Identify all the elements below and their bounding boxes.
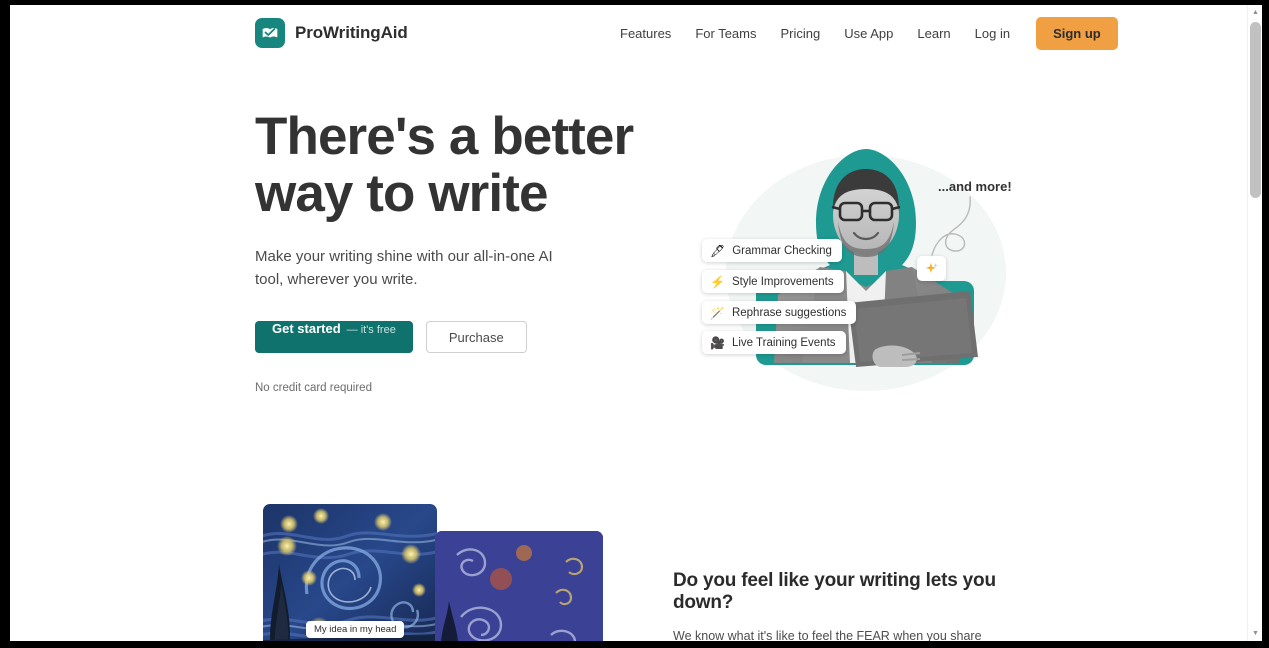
simplified-painting	[435, 531, 603, 641]
page-scrollbar[interactable]: ▲ ▼	[1247, 5, 1262, 641]
lightning-bolt-icon: ⚡	[710, 274, 725, 289]
get-started-label: Get started	[272, 321, 341, 336]
film-camera-icon: 🎥	[710, 335, 725, 350]
feature-chip-grammar-checking: 🖋 Grammar Checking	[702, 239, 842, 262]
browser-window: ProWritingAid Features For Teams Pricing…	[0, 0, 1269, 648]
brand-logo-link[interactable]: ProWritingAid	[255, 18, 408, 48]
quill-pen-icon: 🖋	[710, 243, 726, 258]
and-more-label: ...and more!	[938, 179, 1012, 194]
nav-link-learn[interactable]: Learn	[905, 18, 962, 49]
nav-link-for-teams[interactable]: For Teams	[683, 18, 768, 49]
scrollbar-up-arrow-icon[interactable]: ▲	[1248, 5, 1262, 20]
art-comparison-illustration: My idea in my head	[263, 504, 603, 641]
browser-viewport: ProWritingAid Features For Teams Pricing…	[10, 5, 1262, 641]
site-header: ProWritingAid Features For Teams Pricing…	[10, 5, 1247, 61]
no-credit-card-note: No credit card required	[255, 382, 372, 394]
feature-chip-label: Live Training Events	[731, 336, 836, 349]
main-navigation: Features For Teams Pricing Use App Learn…	[608, 17, 1118, 50]
get-started-sublabel: — it's free	[346, 324, 396, 336]
scrollbar-down-arrow-icon[interactable]: ▼	[1248, 626, 1262, 641]
nav-link-features[interactable]: Features	[608, 18, 683, 49]
get-started-button[interactable]: Get started — it's free	[255, 321, 413, 353]
feature-chip-label: Rephrase suggestions	[731, 306, 847, 319]
hero-illustration: ...and more! 🖋 Grammar Checking ⚡ Style …	[670, 105, 1030, 405]
sparkles-icon	[917, 256, 946, 281]
hero-title-line-1: There's a better	[255, 107, 634, 166]
brand-name: ProWritingAid	[295, 23, 408, 42]
section-body: We know what it's like to feel the FEAR …	[673, 629, 982, 641]
page-content: ProWritingAid Features For Teams Pricing…	[10, 5, 1247, 641]
nav-link-pricing[interactable]: Pricing	[768, 18, 832, 49]
nav-link-log-in[interactable]: Log in	[963, 18, 1022, 49]
hero-cta-group: Get started — it's free Purchase	[255, 321, 655, 353]
book-check-logo-icon	[255, 18, 285, 48]
magic-wand-icon: 🪄	[710, 305, 725, 320]
hero-title: There's a better way to write	[255, 108, 655, 222]
feature-chip-label: Style Improvements	[731, 275, 834, 288]
scrollbar-thumb[interactable]	[1250, 22, 1261, 198]
feature-chip-rephrase-suggestions: 🪄 Rephrase suggestions	[702, 301, 857, 324]
feature-chip-label: Grammar Checking	[732, 244, 832, 257]
lets-you-down-section: Do you feel like your writing lets you d…	[673, 570, 1023, 641]
feature-chip-style-improvements: ⚡ Style Improvements	[702, 270, 844, 293]
purchase-button[interactable]: Purchase	[425, 321, 527, 353]
sign-up-button[interactable]: Sign up	[1036, 17, 1118, 50]
section-title: Do you feel like your writing lets you d…	[673, 570, 996, 613]
hero-copy: There's a better way to write Make your …	[255, 108, 655, 394]
painting-caption: My idea in my head	[306, 621, 405, 638]
hero-subtitle: Make your writing shine with our all-in-…	[255, 248, 553, 288]
feature-chip-live-training-events: 🎥 Live Training Events	[702, 331, 846, 354]
hero-title-line-2: way to write	[255, 164, 548, 223]
nav-link-use-app[interactable]: Use App	[832, 18, 905, 49]
